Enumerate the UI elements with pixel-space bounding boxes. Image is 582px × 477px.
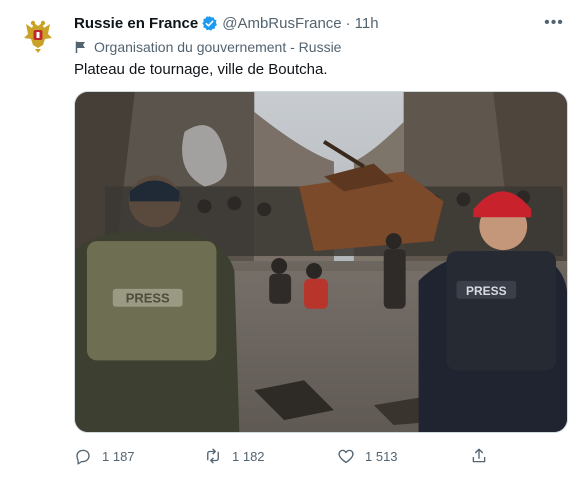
tweet-photo[interactable]: PRESS PRESS [74,91,568,433]
reply-count: 1 187 [102,448,135,464]
street-scene-image: PRESS PRESS [75,92,567,432]
tweet-header: Russie en France @AmbRusFrance · 11h ••• [74,12,566,34]
retweet-button[interactable]: 1 182 [204,445,265,467]
share-button[interactable] [470,445,498,467]
more-options-icon[interactable]: ••• [542,12,566,34]
handle[interactable]: @AmbRusFrance [222,15,341,32]
display-name[interactable]: Russie en France [74,15,198,32]
avatar[interactable] [16,12,60,56]
tweet-text: Plateau de tournage, ville de Boutcha. [74,61,328,78]
like-count: 1 513 [365,448,398,464]
retweet-count: 1 182 [232,448,265,464]
timestamp[interactable]: 11h [355,15,379,32]
like-icon [338,449,354,464]
reply-icon [76,449,90,465]
flag-icon [74,40,88,54]
share-icon [472,448,486,463]
reply-button[interactable]: 1 187 [74,445,135,467]
press-label-left: PRESS [126,291,170,306]
coat-of-arms-icon [16,12,60,56]
like-button[interactable]: 1 513 [337,445,398,467]
press-label-right: PRESS [466,284,507,298]
separator-dot: · [345,14,351,32]
government-label[interactable]: Organisation du gouvernement - Russie [74,37,341,57]
government-label-text: Organisation du gouvernement - Russie [94,39,342,55]
verified-badge-icon [201,15,218,32]
tweet-card[interactable]: Russie en France @AmbRusFrance · 11h •••… [0,0,582,477]
retweet-icon [207,448,219,464]
tweet-actions: 1 187 1 182 1 513 [74,445,566,467]
